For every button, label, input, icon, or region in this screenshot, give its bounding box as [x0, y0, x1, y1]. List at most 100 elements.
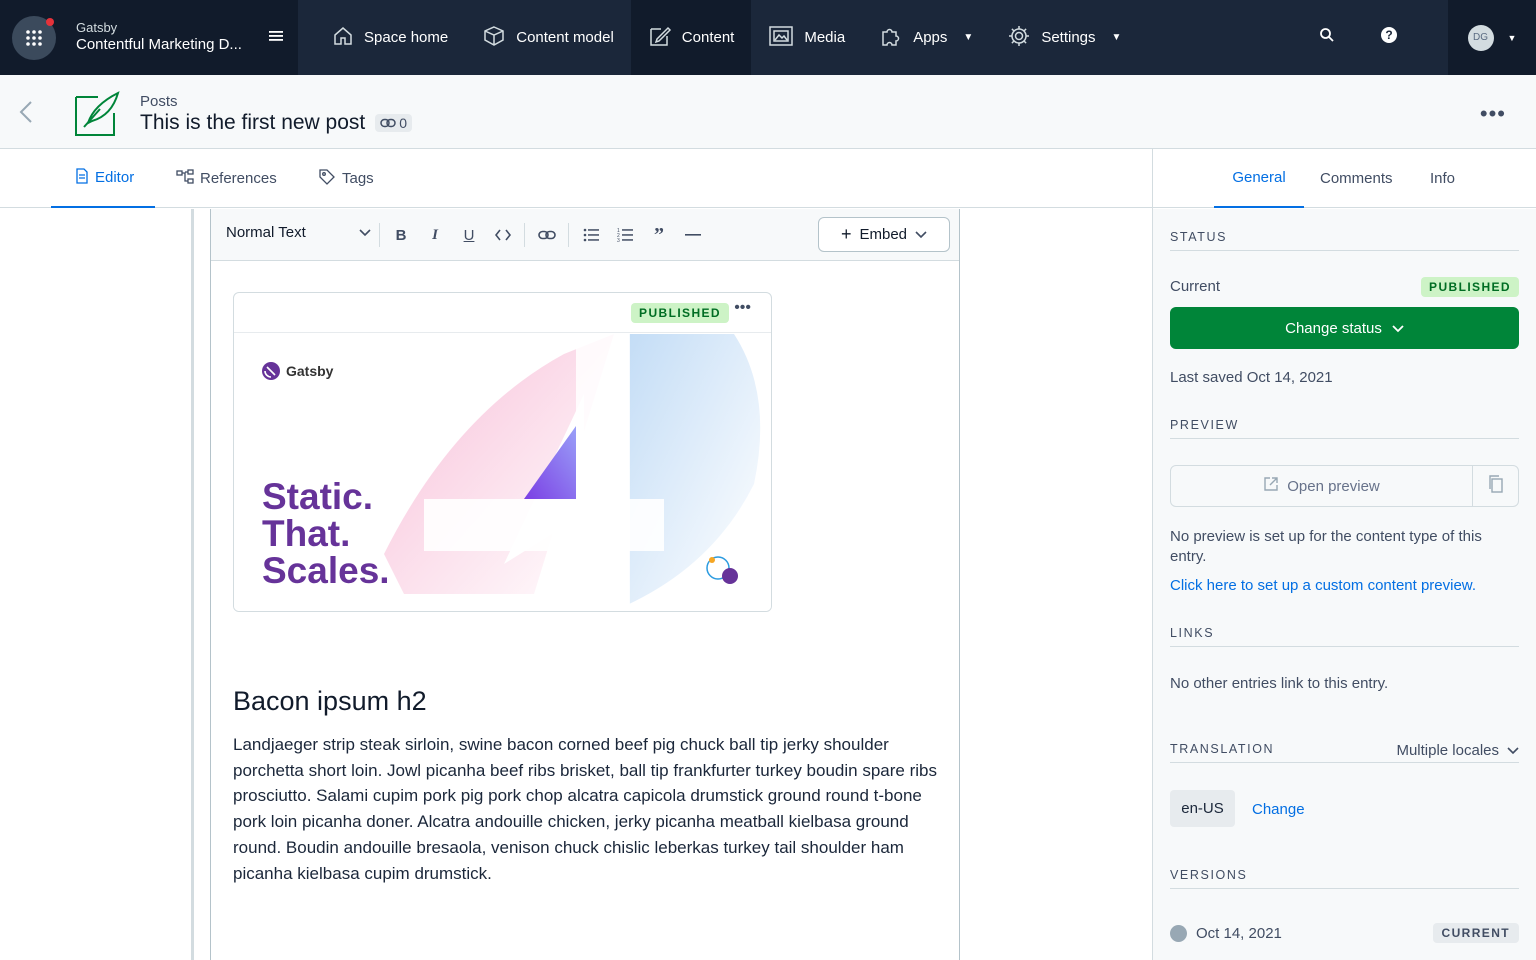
chevron-down-icon	[915, 226, 927, 243]
tab-info[interactable]: Info	[1430, 149, 1455, 208]
tab-editor[interactable]: Editor	[51, 149, 155, 208]
links-note: No other entries link to this entry.	[1170, 675, 1389, 692]
nav-label: Content model	[516, 29, 614, 46]
tab-label: References	[200, 170, 277, 187]
nav-content[interactable]: Content	[630, 0, 752, 75]
italic-icon[interactable]: I	[422, 222, 448, 248]
puzzle-icon	[879, 24, 903, 52]
incoming-links-badge[interactable]: 0	[375, 114, 413, 132]
chevron-down-icon	[359, 224, 371, 241]
numbered-list-icon[interactable]: 123	[612, 222, 638, 248]
tab-label: General	[1232, 169, 1286, 186]
more-options-icon[interactable]: •••	[734, 299, 751, 317]
status-badge: PUBLISHED	[631, 303, 729, 323]
space-switcher[interactable]: Gatsby Contentful Marketing D...	[0, 0, 298, 75]
nav-space-home[interactable]: Space home	[315, 0, 465, 75]
copy-preview-button[interactable]	[1473, 466, 1518, 506]
chevron-down-icon	[1392, 320, 1404, 337]
more-options-icon[interactable]: •••	[1480, 101, 1506, 127]
section-title-status: STATUS	[1170, 230, 1519, 251]
quote-icon[interactable]: ”	[646, 222, 672, 248]
rich-text-editor[interactable]: Normal Text B I U 123 ” + Embed PUBLISHE	[210, 209, 960, 960]
content-type-name: Posts	[140, 93, 178, 110]
editor-area: Normal Text B I U 123 ” + Embed PUBLISHE	[0, 209, 1152, 960]
headline-line: Scales.	[262, 550, 390, 591]
last-saved-text: Last saved Oct 14, 2021	[1170, 369, 1333, 386]
tab-references[interactable]: References	[176, 149, 277, 208]
tab-label: Info	[1430, 170, 1456, 187]
preview-button-group: Open preview	[1170, 465, 1519, 507]
space-name: Contentful Marketing D...	[76, 36, 242, 54]
entry-title: This is the first new post 0	[140, 111, 413, 135]
sidebar-tabs: General Comments Info	[1153, 149, 1536, 208]
nav-content-model[interactable]: Content model	[465, 0, 631, 75]
change-status-button[interactable]: Change status	[1170, 307, 1519, 349]
copy-icon	[1488, 474, 1504, 498]
text-style-value: Normal Text	[226, 224, 306, 241]
change-locale-link[interactable]: Change	[1252, 801, 1305, 818]
bold-icon[interactable]: B	[388, 222, 414, 248]
nav-gap	[1420, 0, 1448, 75]
nav-label: Media	[804, 29, 846, 46]
entry-title-text: This is the first new post	[140, 111, 366, 134]
account-menu[interactable]: DG ▼	[1448, 0, 1536, 75]
entry-feather-icon	[74, 91, 120, 137]
tab-comments[interactable]: Comments	[1320, 149, 1393, 208]
help-button[interactable]: ?	[1358, 0, 1420, 75]
plus-icon: +	[840, 224, 852, 244]
embedded-entry-header: PUBLISHED •••	[234, 293, 771, 333]
search-button[interactable]	[1296, 0, 1358, 75]
avatar: DG	[1467, 24, 1494, 51]
current-version-badge: CURRENT	[1432, 923, 1519, 943]
embedded-entry-image: Gatsby Static. That. Scales.	[234, 334, 771, 611]
open-preview-button[interactable]: Open preview	[1171, 466, 1473, 506]
headline-line: That.	[262, 513, 350, 554]
embedded-entry-card[interactable]: PUBLISHED ••• Gatsby Static. That. Scale…	[233, 292, 772, 612]
image-icon	[768, 25, 794, 51]
embed-button[interactable]: + Embed	[818, 217, 950, 252]
app-grid-icon[interactable]	[12, 15, 56, 60]
locale-mode-value: Multiple locales	[1396, 742, 1499, 759]
back-arrow-icon[interactable]	[16, 99, 36, 130]
external-link-icon	[1263, 476, 1279, 496]
toolbar-divider	[379, 223, 380, 247]
code-icon[interactable]	[490, 222, 516, 248]
tab-tags[interactable]: Tags	[318, 149, 374, 208]
tab-label: Comments	[1320, 170, 1393, 187]
text-style-dropdown[interactable]: Normal Text	[226, 224, 371, 241]
nav-media[interactable]: Media	[751, 0, 862, 75]
toolbar-divider	[568, 223, 569, 247]
svg-text:3: 3	[617, 238, 620, 242]
search-icon	[1319, 27, 1335, 48]
gatsby-brand-text: Gatsby	[286, 363, 334, 379]
locale-pill: en-US	[1170, 790, 1235, 827]
bulleted-list-icon[interactable]	[578, 222, 604, 248]
link-icon[interactable]	[534, 222, 560, 248]
horizontal-rule-icon[interactable]	[680, 222, 706, 248]
org-name: Gatsby	[76, 20, 118, 35]
caret-down-icon: ▼	[1507, 32, 1517, 43]
editor-tabs: Editor References Tags	[0, 149, 1152, 208]
notification-dot	[46, 17, 54, 26]
chevron-down-icon	[1507, 742, 1519, 759]
locale-mode-dropdown[interactable]: Multiple locales	[1396, 742, 1519, 759]
nav-apps[interactable]: Apps ▼	[862, 0, 990, 75]
nav-settings[interactable]: Settings ▼	[990, 0, 1138, 75]
rich-text-toolbar: Normal Text B I U 123 ” + Embed	[211, 209, 959, 261]
document-heading[interactable]: Bacon ipsum h2	[233, 686, 427, 717]
hierarchy-icon	[176, 168, 194, 189]
link-icon	[380, 115, 396, 131]
headline-line: Static.	[262, 476, 373, 517]
tab-general[interactable]: General	[1214, 149, 1304, 208]
nav-label: Settings	[1041, 29, 1096, 46]
version-date[interactable]: Oct 14, 2021	[1196, 925, 1282, 942]
version-status-dot	[1170, 925, 1187, 942]
change-status-label: Change status	[1285, 319, 1382, 337]
caret-down-icon: ▼	[1111, 32, 1122, 43]
hamburger-menu-icon[interactable]	[268, 29, 284, 48]
entry-header: Posts This is the first new post 0 •••	[0, 75, 1536, 149]
document-paragraph[interactable]: Landjaeger strip steak sirloin, swine ba…	[233, 732, 938, 886]
setup-preview-link[interactable]: Click here to set up a custom content pr…	[1170, 577, 1476, 594]
underline-icon[interactable]: U	[456, 222, 482, 248]
